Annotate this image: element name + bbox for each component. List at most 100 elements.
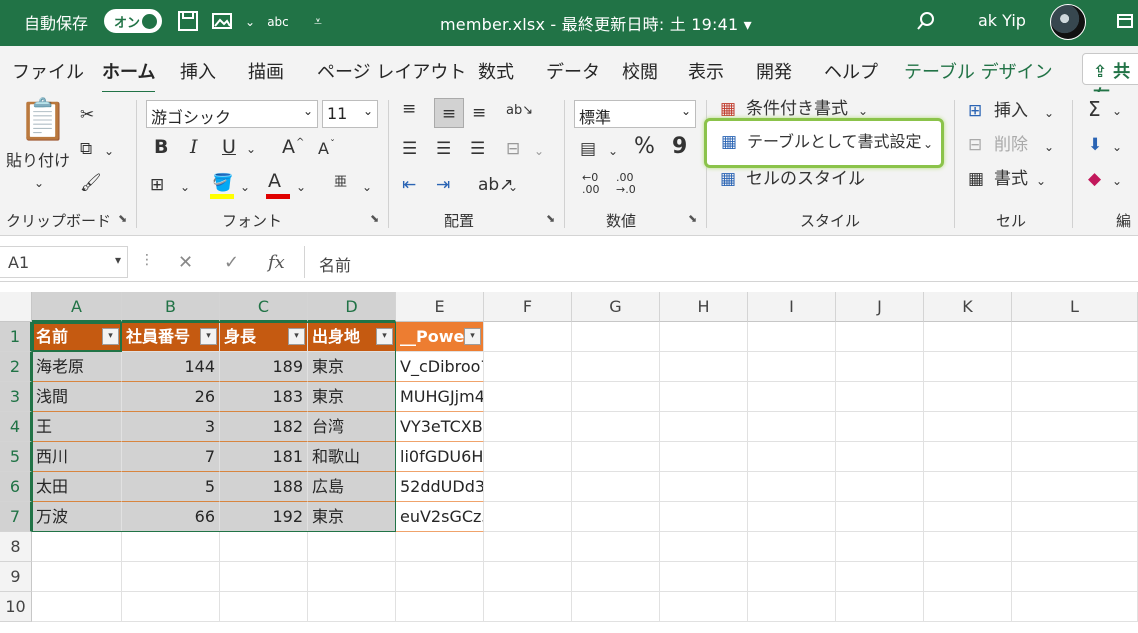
table-cell[interactable] bbox=[122, 532, 220, 562]
table-header-cell[interactable]: 身長 ▾ bbox=[220, 322, 308, 352]
shrink-font-button[interactable]: A bbox=[318, 138, 329, 160]
tab-data[interactable]: データ bbox=[546, 58, 600, 84]
table-cell[interactable]: 太田 bbox=[32, 472, 122, 502]
table-cell[interactable]: 3 bbox=[122, 412, 220, 442]
table-header-cell[interactable] bbox=[924, 322, 1012, 352]
table-cell[interactable] bbox=[748, 502, 836, 532]
font-launcher-icon[interactable]: ⬊ bbox=[370, 212, 379, 225]
save-icon[interactable] bbox=[176, 10, 200, 34]
row-header-5[interactable]: 5 bbox=[0, 442, 32, 472]
table-cell[interactable]: 189 bbox=[220, 352, 308, 382]
table-cell[interactable] bbox=[396, 532, 484, 562]
insert-cells-button[interactable]: 挿入 bbox=[994, 100, 1028, 122]
row-header-4[interactable]: 4 bbox=[0, 412, 32, 442]
currency-chevron-icon[interactable]: ⌄ bbox=[608, 140, 618, 162]
table-cell[interactable] bbox=[836, 382, 924, 412]
table-cell[interactable]: 台湾 bbox=[308, 412, 396, 442]
italic-button[interactable]: I bbox=[190, 136, 198, 158]
table-cell[interactable] bbox=[572, 352, 660, 382]
autosave-toggle[interactable]: オン bbox=[104, 9, 162, 33]
table-cell[interactable] bbox=[1012, 472, 1138, 502]
tab-view[interactable]: 表示 bbox=[688, 58, 724, 84]
delete-cells-button[interactable]: 削除 bbox=[994, 134, 1028, 156]
font-name-dropdown[interactable]: 游ゴシック ⌄ bbox=[146, 100, 318, 128]
table-cell[interactable] bbox=[660, 592, 748, 622]
table-cell[interactable] bbox=[484, 442, 572, 472]
table-cell[interactable]: li0fGDU6H0Y bbox=[396, 442, 484, 472]
table-cell[interactable] bbox=[1012, 502, 1138, 532]
column-header-d[interactable]: D bbox=[308, 292, 396, 322]
column-header-c[interactable]: C bbox=[220, 292, 308, 322]
table-cell[interactable] bbox=[836, 352, 924, 382]
table-cell[interactable] bbox=[308, 592, 396, 622]
table-cell[interactable]: 広島 bbox=[308, 472, 396, 502]
name-box[interactable]: A1 ▾ bbox=[0, 246, 128, 278]
column-header-g[interactable]: G bbox=[572, 292, 660, 322]
chevron-down-icon[interactable]: ▾ bbox=[115, 253, 121, 267]
table-cell[interactable]: 王 bbox=[32, 412, 122, 442]
copy-icon[interactable]: ⧉ bbox=[80, 138, 92, 160]
table-cell[interactable] bbox=[484, 352, 572, 382]
row-header-9[interactable]: 9 bbox=[0, 562, 32, 592]
increase-indent-icon[interactable]: ⇥ bbox=[436, 174, 450, 196]
merge-chevron-icon[interactable]: ⌄ bbox=[534, 140, 544, 162]
table-cell[interactable] bbox=[660, 382, 748, 412]
row-header-3[interactable]: 3 bbox=[0, 382, 32, 412]
table-cell[interactable] bbox=[484, 412, 572, 442]
table-header-cell[interactable] bbox=[572, 322, 660, 352]
underline-button[interactable]: U bbox=[222, 136, 236, 158]
clipboard-launcher-icon[interactable]: ⬊ bbox=[118, 212, 127, 225]
cut-icon[interactable]: ✂ bbox=[80, 104, 94, 126]
table-cell[interactable] bbox=[484, 562, 572, 592]
table-cell[interactable] bbox=[924, 502, 1012, 532]
enter-icon[interactable]: ✓ bbox=[224, 252, 239, 273]
table-cell[interactable] bbox=[748, 562, 836, 592]
column-header-a[interactable]: A bbox=[32, 292, 122, 322]
table-cell[interactable] bbox=[572, 382, 660, 412]
format-cells-button[interactable]: 書式 bbox=[994, 168, 1028, 190]
fill-chevron-icon[interactable]: ⌄ bbox=[240, 176, 250, 198]
number-format-dropdown[interactable]: 標準 ⌄ bbox=[574, 100, 696, 128]
increase-decimal-icon[interactable]: ←0.00 bbox=[582, 172, 600, 196]
table-cell[interactable] bbox=[748, 382, 836, 412]
number-launcher-icon[interactable]: ⬊ bbox=[688, 212, 697, 225]
table-cell[interactable] bbox=[572, 502, 660, 532]
table-cell[interactable]: 万波 bbox=[32, 502, 122, 532]
table-cell[interactable]: 26 bbox=[122, 382, 220, 412]
table-cell[interactable] bbox=[836, 562, 924, 592]
table-cell[interactable] bbox=[748, 592, 836, 622]
table-cell[interactable] bbox=[660, 502, 748, 532]
table-cell[interactable] bbox=[122, 562, 220, 592]
tab-formulas[interactable]: 数式 bbox=[478, 58, 514, 84]
table-cell[interactable] bbox=[1012, 352, 1138, 382]
align-left-icon[interactable]: ☰ bbox=[402, 138, 417, 160]
tab-file[interactable]: ファイル bbox=[12, 58, 84, 84]
table-cell[interactable] bbox=[836, 532, 924, 562]
conditional-format-icon[interactable]: ▦ bbox=[720, 98, 736, 120]
filter-dropdown-icon[interactable]: ▾ bbox=[288, 328, 305, 345]
customize-qat-icon[interactable]: ⩡ bbox=[306, 10, 330, 34]
borders-chevron-icon[interactable]: ⌄ bbox=[180, 176, 190, 198]
table-cell[interactable] bbox=[1012, 562, 1138, 592]
table-cell[interactable] bbox=[484, 382, 572, 412]
table-cell[interactable]: 5 bbox=[122, 472, 220, 502]
cell-styles-icon[interactable]: ▦ bbox=[720, 168, 736, 190]
clear-icon[interactable]: ◆ bbox=[1088, 168, 1101, 190]
table-cell[interactable]: 181 bbox=[220, 442, 308, 472]
table-cell[interactable] bbox=[836, 442, 924, 472]
table-cell[interactable] bbox=[32, 532, 122, 562]
tab-insert[interactable]: 挿入 bbox=[180, 58, 216, 84]
table-cell[interactable] bbox=[660, 532, 748, 562]
table-cell[interactable] bbox=[572, 472, 660, 502]
formula-input[interactable]: 名前 bbox=[304, 246, 1138, 278]
column-header-l[interactable]: L bbox=[1012, 292, 1138, 322]
table-cell[interactable] bbox=[220, 592, 308, 622]
column-header-h[interactable]: H bbox=[660, 292, 748, 322]
fill-color-icon[interactable]: 🪣 bbox=[212, 172, 233, 194]
copy-chevron-icon[interactable]: ⌄ bbox=[104, 140, 114, 162]
column-header-i[interactable]: I bbox=[748, 292, 836, 322]
table-cell[interactable] bbox=[32, 562, 122, 592]
user-name[interactable]: ak Yip bbox=[978, 11, 1026, 30]
table-cell[interactable] bbox=[924, 382, 1012, 412]
bold-button[interactable]: B bbox=[154, 136, 168, 158]
